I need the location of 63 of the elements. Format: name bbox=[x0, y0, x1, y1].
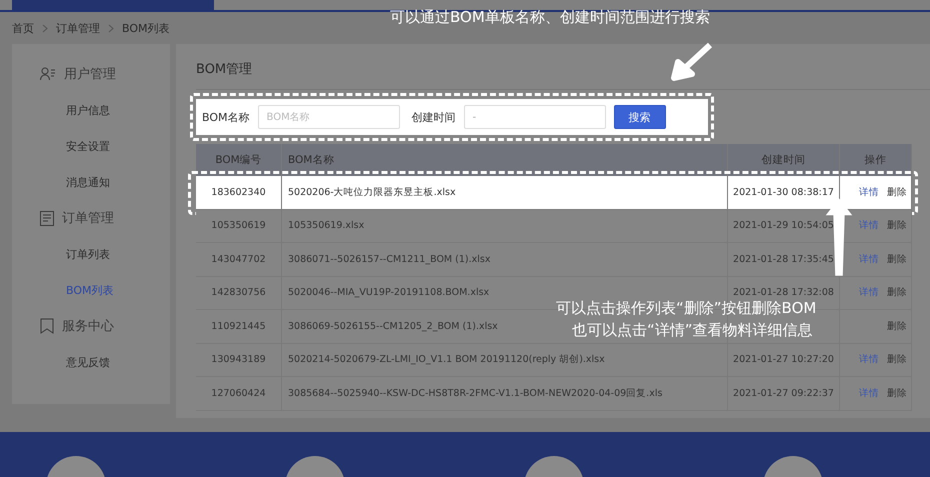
details-link[interactable]: 详情 bbox=[859, 286, 879, 300]
delete-link[interactable]: 删除 bbox=[887, 186, 907, 199]
sidebar-group-title: 用户管理 bbox=[64, 66, 116, 83]
table-cell: 2021-01-27 09:22:37 bbox=[733, 388, 834, 399]
table-cell: 5020046--MIA_VU19P-20191108.BOM.xlsx bbox=[288, 287, 490, 298]
delete-link[interactable]: 删除 bbox=[887, 252, 907, 266]
table-cell: 130943189 bbox=[211, 354, 266, 366]
sidebar-item[interactable]: 用户信息 bbox=[12, 92, 170, 128]
table-cell: 2021-01-28 17:32:08 bbox=[733, 287, 834, 298]
annotation-text: 可以通过BOM单板名称、创建时间范围进行搜索 bbox=[390, 7, 710, 28]
annotation-text: 可以点击操作列表“删除”按钮删除BOM bbox=[556, 298, 816, 319]
table-cell: 3086069-5026155--CM1205_2_BOM (1).xlsx bbox=[288, 320, 498, 332]
table-cell: 2021-01-28 17:35:45 bbox=[733, 254, 834, 265]
details-link[interactable]: 详情 bbox=[859, 353, 879, 366]
table-cell: 3085684--5025940--KSW-DC-HS8T8R-2FMC-V1.1-BOM-NEW2020-04-09回复.xls bbox=[288, 386, 662, 400]
delete-link[interactable]: 删除 bbox=[887, 219, 907, 232]
delete-link[interactable]: 删除 bbox=[887, 386, 907, 400]
details-link[interactable]: 详情 bbox=[859, 186, 879, 199]
breadcrumb-link[interactable]: 首页 bbox=[12, 20, 34, 36]
table-cell: 5020214-5020679-ZL-LMI_IO_V1.1 BOM 20191120(reply 胡创).xlsx bbox=[288, 353, 605, 366]
sidebar-item[interactable]: 安全设置 bbox=[12, 128, 170, 164]
table-cell: 105350619 bbox=[211, 220, 266, 232]
arrow-icon bbox=[670, 42, 714, 82]
table-cell: 2021-01-29 10:54:05 bbox=[733, 220, 834, 232]
details-link[interactable]: 详情 bbox=[859, 252, 879, 266]
delete-link[interactable]: 删除 bbox=[887, 320, 907, 333]
delete-link[interactable]: 删除 bbox=[887, 353, 907, 366]
annotation-text: 也可以点击“详情”查看物料详细信息 bbox=[572, 320, 813, 341]
field-label: BOM名称 bbox=[202, 110, 250, 124]
table-cell: 143047702 bbox=[211, 254, 266, 265]
table-cell: 2021-01-27 10:27:20 bbox=[733, 354, 834, 366]
breadcrumb-link[interactable]: 订单管理 bbox=[56, 20, 100, 36]
bookmark-icon bbox=[40, 318, 54, 334]
sidebar-item[interactable]: 消息通知 bbox=[12, 164, 170, 200]
sidebar-item[interactable]: 订单列表 bbox=[12, 236, 170, 272]
sidebar-item[interactable]: 意见反馈 bbox=[12, 344, 170, 380]
table-cell: 2021-01-30 08:38:17 bbox=[733, 186, 834, 198]
search-button[interactable]: 搜索 bbox=[614, 105, 666, 129]
sidebar-group-title: 服务中心 bbox=[62, 318, 114, 335]
table-cell: 5020206-大吨位力限器东昱主板.xlsx bbox=[288, 186, 456, 199]
sidebar-group-title: 订单管理 bbox=[62, 210, 114, 227]
column-header: 创建时间 bbox=[762, 153, 806, 167]
table-cell: 127060424 bbox=[211, 388, 266, 399]
breadcrumb-link[interactable]: BOM列表 bbox=[122, 20, 170, 36]
table-cell: 105350619.xlsx bbox=[288, 220, 364, 232]
user-icon bbox=[40, 67, 56, 81]
details-link[interactable]: 详情 bbox=[859, 219, 879, 232]
column-header: 操作 bbox=[864, 153, 886, 167]
column-header: BOM编号 bbox=[215, 153, 262, 167]
chevron-icon bbox=[108, 24, 114, 32]
sidebar-item[interactable]: BOM列表 bbox=[12, 272, 170, 308]
column-header: BOM名称 bbox=[288, 153, 334, 167]
table-cell: 142830756 bbox=[211, 287, 266, 298]
field-label: 创建时间 bbox=[412, 110, 456, 124]
document-icon bbox=[40, 210, 54, 226]
table-cell: 183602340 bbox=[211, 186, 266, 198]
table-cell: 110921445 bbox=[211, 320, 266, 332]
date-range-field[interactable]: - bbox=[464, 105, 606, 129]
delete-link[interactable]: 删除 bbox=[887, 286, 907, 300]
details-link[interactable]: 详情 bbox=[859, 386, 879, 400]
chevron-icon bbox=[42, 24, 48, 32]
table-cell: 3086071--5026157--CM1211_BOM (1).xlsx bbox=[288, 254, 490, 265]
bom-name-field[interactable]: BOM名称 bbox=[258, 105, 400, 129]
